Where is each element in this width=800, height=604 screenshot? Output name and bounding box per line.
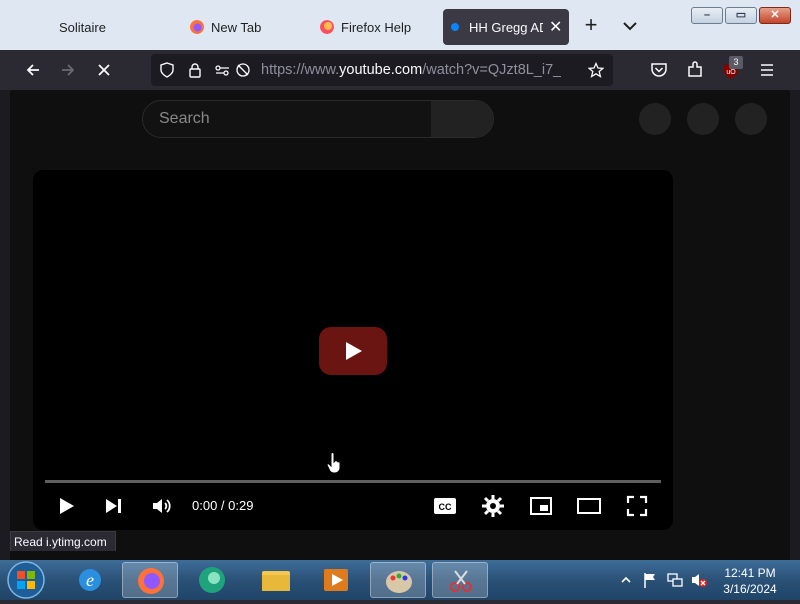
- minimize-icon: –: [703, 9, 711, 21]
- taskbar-paint[interactable]: [370, 562, 426, 598]
- close-tab-icon[interactable]: ✕: [549, 17, 562, 37]
- web-page-content: 0:00 / 0:29 CC: [10, 90, 790, 560]
- tab-title: Firefox Help: [341, 19, 412, 35]
- loading-dot-icon: [451, 23, 459, 31]
- navigation-toolbar: https://www.youtube.com/watch?v=QJzt8L_i…: [0, 50, 800, 90]
- network-icon[interactable]: [666, 571, 684, 589]
- next-video-icon[interactable]: [104, 494, 124, 518]
- theater-mode-icon[interactable]: [576, 494, 602, 518]
- svg-text:e: e: [86, 570, 94, 590]
- taskbar-file-explorer[interactable]: [248, 562, 304, 598]
- stop-button[interactable]: [94, 60, 114, 80]
- hand-cursor-icon: [326, 452, 341, 474]
- volume-muted-icon[interactable]: [690, 571, 708, 589]
- clock-time: 12:41 PM: [724, 566, 776, 580]
- create-button[interactable]: [639, 103, 671, 135]
- chevron-down-icon[interactable]: [620, 16, 640, 36]
- stop-icon: [98, 64, 110, 76]
- tab-title: HH Gregg AD: [469, 19, 543, 35]
- tab-new-tab[interactable]: New Tab: [182, 9, 302, 45]
- windows-start-icon[interactable]: [6, 561, 46, 599]
- system-clock[interactable]: 12:41 PM 3/16/2024: [712, 565, 788, 597]
- pocket-icon[interactable]: [650, 62, 668, 78]
- tracking-blocked-icon[interactable]: [235, 62, 251, 78]
- extension-badge: 3: [729, 56, 743, 69]
- taskbar-firefox[interactable]: [122, 562, 178, 598]
- url-domain: youtube.com: [339, 62, 423, 78]
- taskbar-media-player[interactable]: [308, 562, 364, 598]
- settings-gear-icon[interactable]: [481, 494, 505, 518]
- notifications-button[interactable]: [687, 103, 719, 135]
- folder-icon: [262, 571, 290, 591]
- show-hidden-icons-icon[interactable]: [620, 574, 632, 586]
- clock-date: 3/16/2024: [723, 582, 777, 596]
- miniplayer-icon[interactable]: [529, 494, 553, 518]
- url-prefix: https://www.: [261, 62, 340, 78]
- search-button[interactable]: [431, 101, 493, 137]
- play-icon: [346, 342, 362, 360]
- action-center-flag-icon[interactable]: [642, 571, 658, 589]
- scissors-icon: [450, 570, 472, 592]
- paint-palette-icon: [386, 571, 412, 593]
- tab-firefox-help[interactable]: Firefox Help: [312, 9, 432, 45]
- progress-bar[interactable]: [45, 480, 661, 483]
- close-icon: ✕: [770, 9, 780, 21]
- close-window-button[interactable]: ✕: [759, 7, 791, 24]
- url-path: /watch?v=QJzt8L_i7_U: [422, 62, 561, 78]
- volume-icon[interactable]: [150, 494, 174, 518]
- tab-strip: Solitaire New Tab Firefox Help HH Gregg …: [0, 0, 800, 50]
- maximize-button[interactable]: ▭: [725, 7, 757, 24]
- firefox-help-icon: [320, 20, 334, 34]
- shield-icon[interactable]: [159, 62, 175, 78]
- maximize-icon: ▭: [735, 9, 747, 21]
- tab-hh-gregg[interactable]: HH Gregg AD ✕: [443, 9, 569, 45]
- svg-text:uO: uO: [726, 69, 736, 76]
- firefox-icon: [190, 20, 204, 34]
- status-bar: Read i.ytimg.com: [10, 531, 116, 551]
- bookmark-star-icon[interactable]: [588, 62, 604, 78]
- avatar[interactable]: [735, 103, 767, 135]
- url-text[interactable]: https://www.youtube.com/watch?v=QJzt8L_i…: [261, 62, 561, 78]
- media-player-icon: [324, 569, 348, 591]
- tab-solitaire[interactable]: Solitaire: [14, 9, 164, 45]
- tab-title: New Tab: [211, 19, 262, 35]
- svg-text:CC: CC: [439, 502, 452, 512]
- arrow-right-icon: [62, 64, 75, 76]
- firefox-icon: [138, 568, 164, 594]
- play-icon[interactable]: [57, 494, 77, 518]
- minimize-button[interactable]: –: [691, 7, 723, 24]
- hamburger-menu-icon[interactable]: [759, 62, 775, 78]
- taskbar-edge[interactable]: [184, 562, 240, 598]
- fullscreen-icon[interactable]: [625, 494, 649, 518]
- taskbar-snipping-tool[interactable]: [432, 562, 488, 598]
- arrow-left-icon: [26, 64, 39, 76]
- video-player[interactable]: 0:00 / 0:29 CC: [33, 170, 673, 530]
- url-bar[interactable]: https://www.youtube.com/watch?v=QJzt8L_i…: [151, 54, 613, 86]
- back-button[interactable]: [23, 60, 43, 80]
- forward-button[interactable]: [58, 60, 78, 80]
- lock-icon[interactable]: [187, 62, 203, 78]
- closed-captions-icon[interactable]: CC: [433, 494, 457, 518]
- tab-title: Solitaire: [59, 19, 106, 35]
- extensions-icon[interactable]: [686, 61, 704, 79]
- big-play-button[interactable]: [319, 327, 387, 375]
- time-display: 0:00 / 0:29: [192, 498, 254, 513]
- internet-explorer-icon: e: [79, 569, 101, 591]
- youtube-search-box[interactable]: [142, 100, 494, 138]
- new-tab-button[interactable]: +: [579, 14, 603, 38]
- windows-taskbar: e 12:41 PM 3/16/2024: [0, 560, 800, 600]
- browser-window: Solitaire New Tab Firefox Help HH Gregg …: [0, 0, 800, 560]
- edge-icon: [199, 567, 225, 593]
- permissions-icon[interactable]: [214, 62, 230, 78]
- search-input[interactable]: [159, 109, 419, 129]
- taskbar-internet-explorer[interactable]: e: [62, 562, 118, 598]
